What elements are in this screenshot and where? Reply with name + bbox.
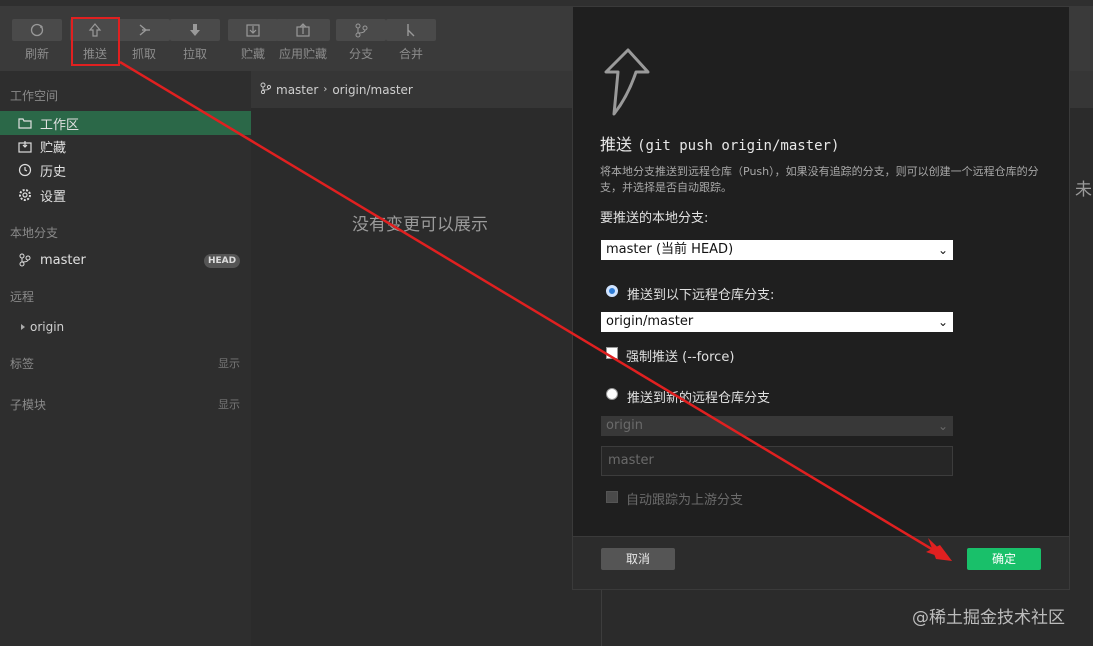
auto-track-label: 自动跟踪为上游分支 xyxy=(626,493,744,508)
local-branches-title: 本地分支 xyxy=(10,226,59,240)
empty-state-text: 没有变更可以展示 xyxy=(352,215,488,235)
push-new-label: 推送到新的远程仓库分支 xyxy=(627,391,771,406)
folder-icon xyxy=(16,114,34,132)
caret-right-icon xyxy=(18,318,28,336)
refresh-label: 刷新 xyxy=(24,47,49,61)
sidebar-item-history[interactable]: 历史 xyxy=(0,158,251,182)
branch-button[interactable]: 分支 xyxy=(336,19,386,63)
branch-icon xyxy=(336,21,386,39)
stash-icon xyxy=(228,21,278,39)
fetch-icon xyxy=(118,21,170,39)
stash-button[interactable]: 贮藏 xyxy=(228,19,278,63)
breadcrumb-branch[interactable]: master xyxy=(276,83,318,97)
new-branch-input: master xyxy=(601,446,953,476)
refresh-icon xyxy=(12,21,62,39)
chevron-down-icon: ⌄ xyxy=(937,315,948,329)
push-existing-label: 推送到以下远程仓库分支: xyxy=(627,288,775,303)
force-push-checkbox[interactable] xyxy=(606,347,618,359)
sidebar-item-origin[interactable]: origin xyxy=(0,315,251,339)
new-remote-value: origin xyxy=(606,418,644,433)
breadcrumb: master › origin/master xyxy=(260,82,413,97)
branch-label: 分支 xyxy=(348,47,373,61)
new-remote-select: origin ⌄ xyxy=(601,416,953,436)
local-branch-select[interactable]: master (当前 HEAD) ⌄ xyxy=(601,240,953,260)
local-branch-value: master (当前 HEAD) xyxy=(606,242,734,257)
dialog-title: 推送 (git push origin/master) xyxy=(600,131,839,155)
chevron-down-icon: ⌄ xyxy=(937,419,948,433)
local-branch-label: 要推送的本地分支: xyxy=(600,211,709,226)
merge-button[interactable]: 合并 xyxy=(386,19,436,63)
sidebar-item-label: origin xyxy=(30,320,65,334)
stash-icon xyxy=(16,137,34,155)
sidebar-item-label: 历史 xyxy=(40,164,67,180)
push-existing-radio[interactable] xyxy=(606,285,618,297)
chevron-down-icon: ⌄ xyxy=(937,243,948,257)
remote-branch-value: origin/master xyxy=(606,314,694,329)
merge-label: 合并 xyxy=(398,47,423,61)
pull-label: 拉取 xyxy=(182,47,207,61)
clipped-text: 未 xyxy=(1075,180,1092,200)
watermark-text: @稀土掘金技术社区 xyxy=(912,608,1065,628)
auto-track-checkbox xyxy=(606,491,618,503)
head-badge: HEAD xyxy=(204,254,241,268)
sidebar-item-label: 设置 xyxy=(40,189,67,205)
apply-stash-icon xyxy=(276,21,330,39)
sidebar-item-workspace[interactable]: 工作区 xyxy=(0,111,251,135)
workspace-section-title: 工作空间 xyxy=(10,89,59,103)
push-new-radio[interactable] xyxy=(606,388,618,400)
sidebar-item-settings[interactable]: 设置 xyxy=(0,183,251,207)
stash-label: 贮藏 xyxy=(240,47,265,61)
refresh-button[interactable]: 刷新 xyxy=(12,19,62,63)
branch-icon xyxy=(16,251,34,269)
pull-icon xyxy=(170,21,220,39)
remote-branch-select[interactable]: origin/master ⌄ xyxy=(601,312,953,332)
history-icon xyxy=(16,161,34,179)
apply-stash-button[interactable]: 应用贮藏 xyxy=(276,19,330,63)
submodules-title: 子模块 xyxy=(10,398,47,412)
fetch-label: 抓取 xyxy=(131,47,156,61)
pull-button[interactable]: 拉取 xyxy=(170,19,220,63)
remotes-title: 远程 xyxy=(10,290,35,304)
branch-icon xyxy=(260,82,272,97)
dialog-title-text: 推送 xyxy=(600,135,633,154)
apply-stash-label: 应用贮藏 xyxy=(278,47,327,61)
cancel-button[interactable]: 取消 xyxy=(601,548,675,570)
dialog-description: 将本地分支推送到远程仓库（Push），如果没有追踪的分支，则可以创建一个远程仓库… xyxy=(600,165,1039,194)
push-highlight-box xyxy=(71,17,120,66)
ok-button[interactable]: 确定 xyxy=(967,548,1041,570)
fetch-button[interactable]: 抓取 xyxy=(118,19,170,63)
sidebar-item-label: 贮藏 xyxy=(40,140,67,156)
chevron-right-icon: › xyxy=(323,84,328,95)
force-push-label: 强制推送 (--force) xyxy=(626,350,735,365)
sidebar-item-label: 工作区 xyxy=(40,117,80,133)
merge-icon xyxy=(386,21,436,39)
breadcrumb-remote[interactable]: origin/master xyxy=(332,83,413,97)
dialog-title-command: (git push origin/master) xyxy=(637,138,840,154)
sidebar-item-label: master xyxy=(40,252,86,268)
settings-gear-icon xyxy=(16,186,34,204)
push-arrow-icon xyxy=(598,46,654,122)
sidebar-item-stash[interactable]: 贮藏 xyxy=(0,134,251,158)
tags-title: 标签 xyxy=(10,357,35,371)
